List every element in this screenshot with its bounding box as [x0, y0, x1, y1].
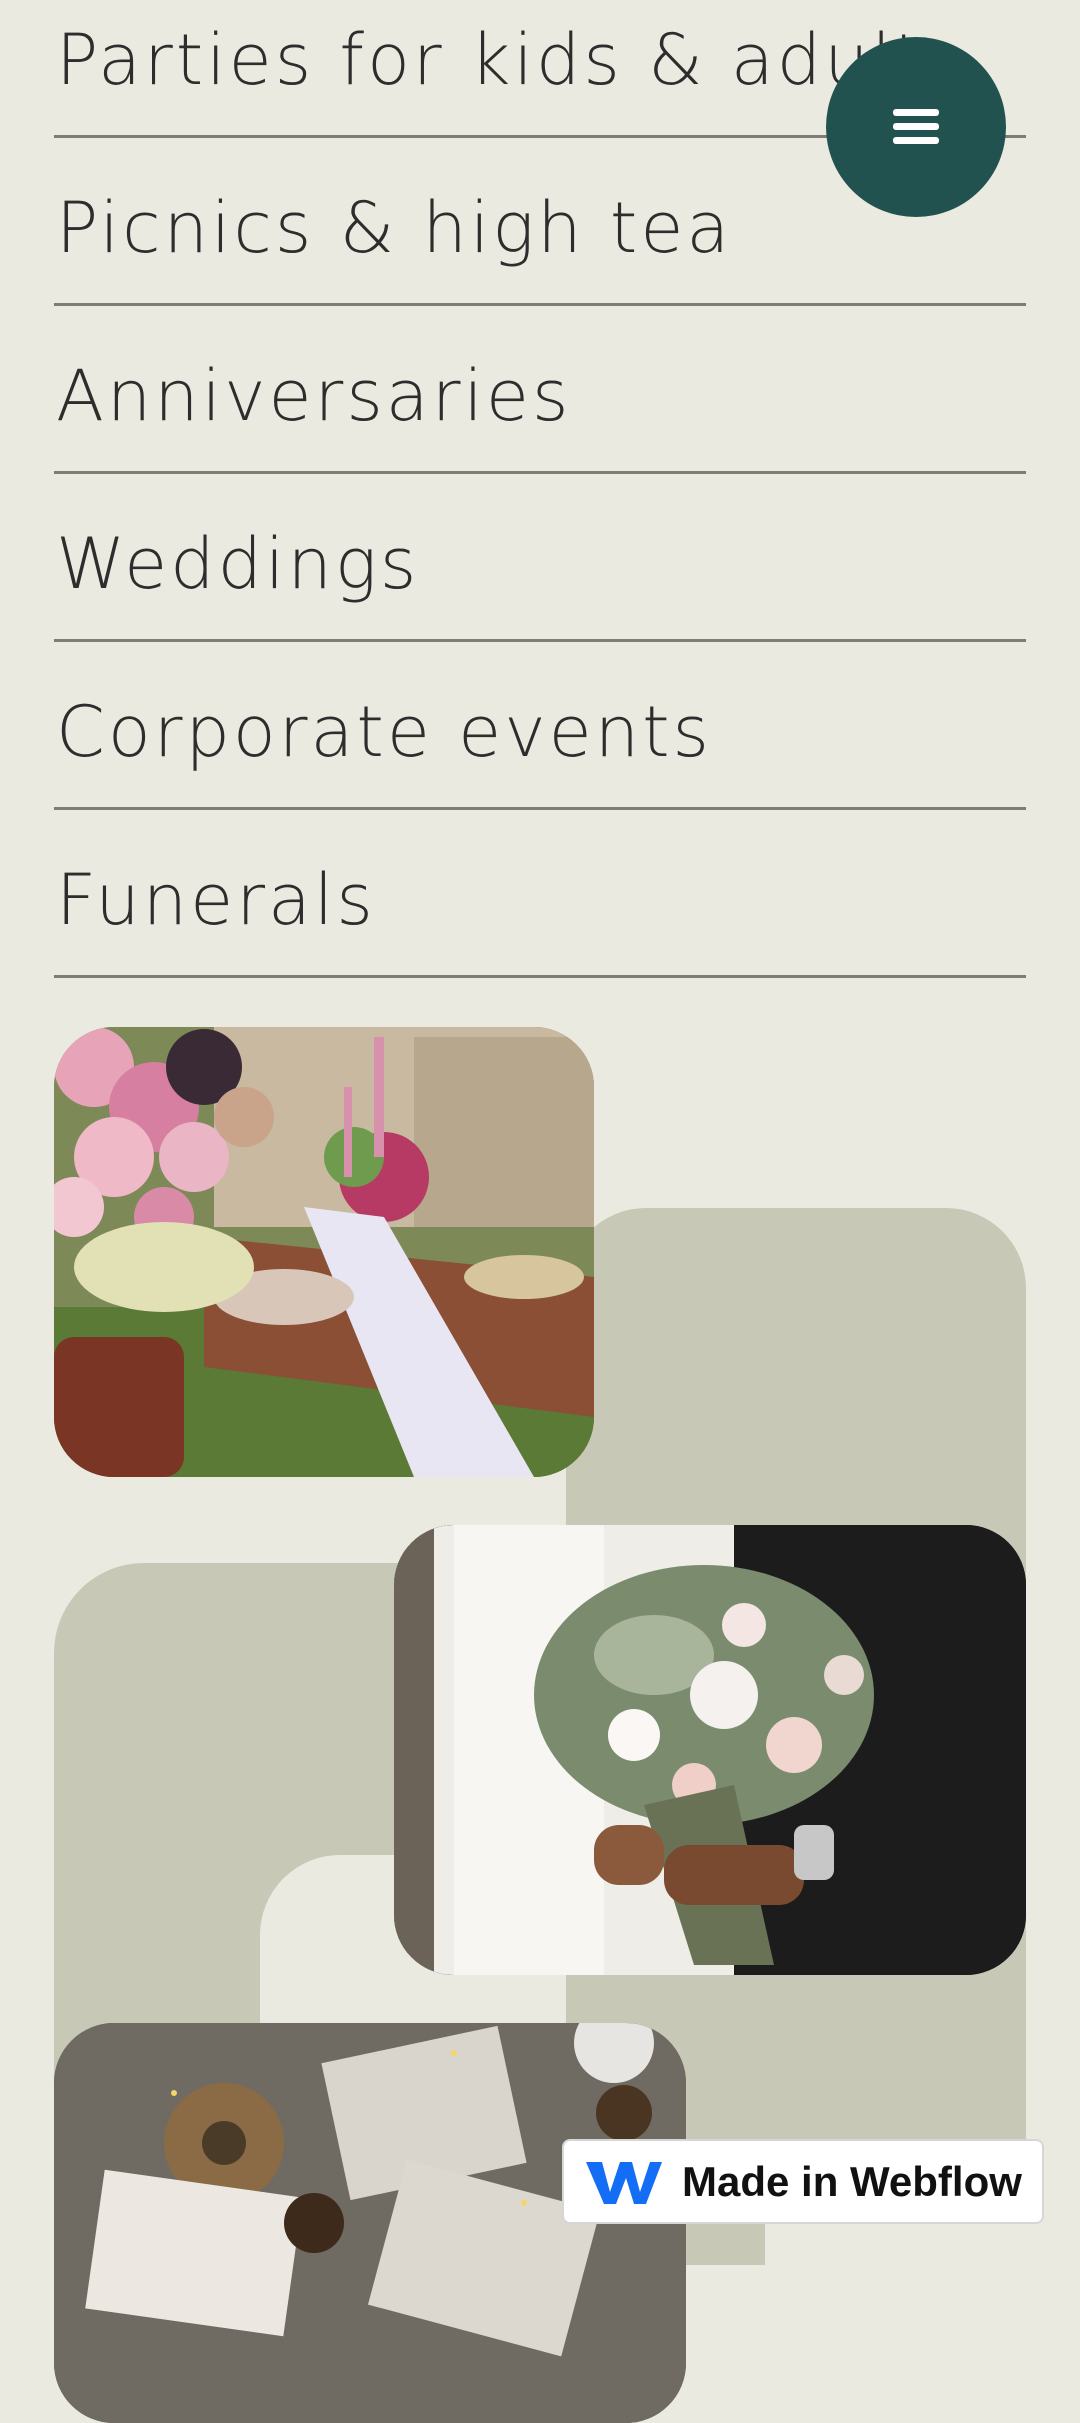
service-item-weddings[interactable]: Weddings [54, 474, 1026, 642]
webflow-badge[interactable]: Made in Webflow [562, 2139, 1044, 2224]
service-label: Weddings [56, 523, 420, 605]
service-label: Corporate events [56, 691, 713, 773]
service-label: Funerals [56, 859, 376, 941]
webflow-badge-label: Made in Webflow [682, 2157, 1022, 2205]
webflow-logo-icon [586, 2161, 662, 2204]
picnic-table-photo [54, 1027, 594, 1477]
wedding-bouquet-photo [394, 1525, 1026, 1975]
service-label: Anniversaries [56, 355, 572, 437]
service-item-anniversaries[interactable]: Anniversaries [54, 306, 1026, 474]
service-item-corporate[interactable]: Corporate events [54, 642, 1026, 810]
menu-button[interactable] [826, 37, 1006, 217]
hamburger-menu-icon [893, 109, 939, 145]
service-label: Picnics & high tea [56, 187, 733, 269]
service-item-funerals[interactable]: Funerals [54, 810, 1026, 978]
service-label: Parties for kids & adults [56, 19, 964, 101]
